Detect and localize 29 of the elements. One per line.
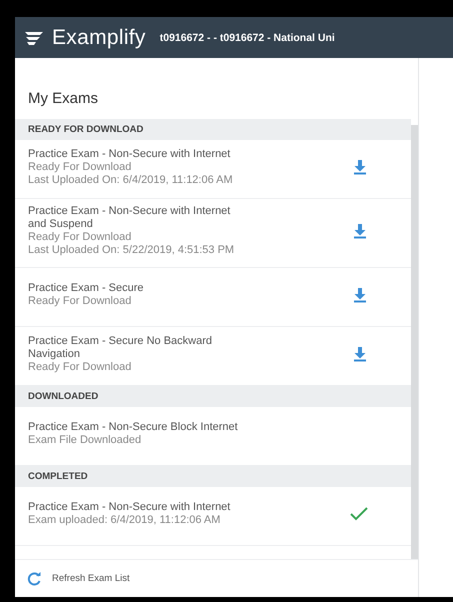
exam-name: Practice Exam - Secure No Backward Navigation <box>28 334 214 360</box>
exam-name: Practice Exam - Non-Secure with Internet and Suspend <box>28 205 232 231</box>
exam-name: Practice Exam - Non-Secure Block Internet <box>28 421 239 434</box>
section-heading: COMPLETED <box>15 466 411 487</box>
exam-name: Practice Exam - Non-Secure with Internet <box>28 501 232 514</box>
exam-name: Practice Exam - Non-Secure with Internet <box>28 148 232 160</box>
exam-status: Last Uploaded On: 5/22/2019, 4:51:53 PM <box>28 244 236 257</box>
scrollbar[interactable] <box>411 125 418 559</box>
account-label: t0916672 - - t0916672 - National Uni <box>160 32 335 44</box>
exam-status: Exam uploaded: 6/4/2019, 11:12:06 AM <box>28 514 222 527</box>
download-button[interactable] <box>352 287 368 303</box>
refresh-button[interactable]: Refresh Exam List <box>52 573 130 584</box>
exam-status: Exam File Downloaded <box>28 434 142 447</box>
logo-icon <box>24 30 44 46</box>
app-title: Examplify <box>52 26 146 50</box>
exam-status: Ready For Download <box>28 360 132 374</box>
download-button[interactable] <box>352 346 368 362</box>
refresh-icon[interactable] <box>27 572 42 586</box>
exam-status: Ready For Download <box>28 231 132 244</box>
section-heading: READY FOR DOWNLOAD <box>15 119 411 140</box>
exam-name: Practice Exam - Secure <box>28 282 145 295</box>
exam-status: Ready For Download <box>28 160 132 174</box>
checkmark-icon <box>350 507 368 521</box>
exam-status: Last Uploaded On: 6/4/2019, 11:12:06 AM <box>28 174 234 186</box>
exam-status: Ready For Download <box>28 295 132 308</box>
page-title: My Exams <box>27 89 100 109</box>
download-button[interactable] <box>352 223 368 239</box>
section-heading: DOWNLOADED <box>15 386 411 407</box>
download-button[interactable] <box>352 159 368 175</box>
